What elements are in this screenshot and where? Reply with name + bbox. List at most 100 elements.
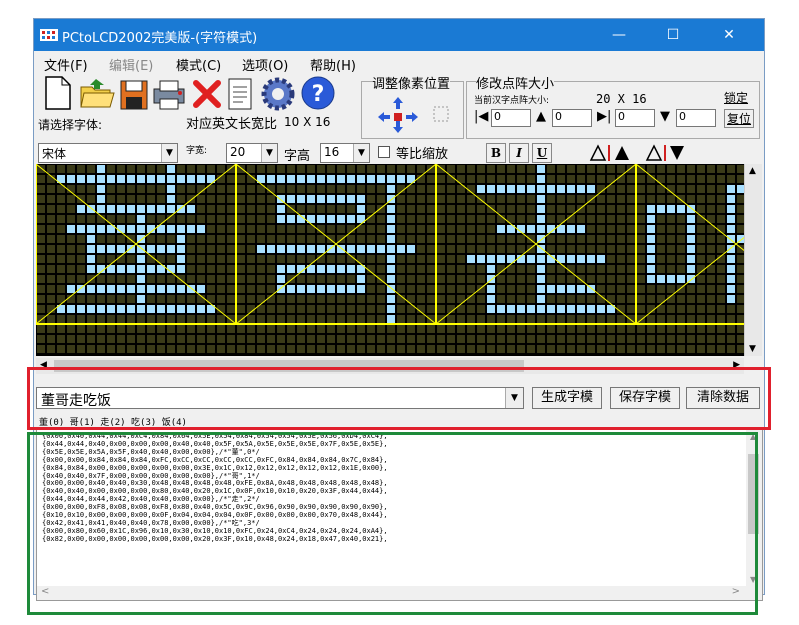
pixel-cell bbox=[587, 205, 595, 213]
scroll-down-icon[interactable]: ▼ bbox=[749, 344, 756, 354]
pixel-cell bbox=[147, 195, 155, 203]
menu-mode[interactable]: 模式(C) bbox=[176, 55, 221, 74]
pixel-cell bbox=[427, 195, 435, 203]
italic-button[interactable]: I bbox=[509, 143, 529, 163]
pixel-cell bbox=[427, 335, 435, 343]
pixel-cell bbox=[547, 185, 555, 193]
pixel-cell bbox=[687, 175, 695, 183]
pixel-cell bbox=[457, 215, 465, 223]
minimize-button[interactable]: — bbox=[596, 19, 642, 51]
menu-help[interactable]: 帮助(H) bbox=[310, 55, 356, 74]
pixel-cell bbox=[157, 335, 165, 343]
pixel-cell bbox=[717, 185, 725, 193]
print-icon[interactable] bbox=[152, 77, 188, 111]
flip-horizontal-icon[interactable] bbox=[588, 143, 632, 163]
pixel-cell bbox=[427, 235, 435, 243]
pixel-cell bbox=[517, 345, 525, 353]
pixel-cell bbox=[387, 185, 395, 193]
pixel-cell bbox=[527, 275, 535, 283]
bottom-resize-icon: ▼ bbox=[660, 109, 670, 124]
pixel-cell bbox=[287, 325, 295, 333]
scroll-up-icon[interactable]: ▲ bbox=[749, 166, 756, 176]
help-icon[interactable]: ? bbox=[300, 75, 336, 111]
pixel-cell bbox=[707, 195, 715, 203]
pixel-cell bbox=[527, 205, 535, 213]
pixel-cell bbox=[137, 205, 145, 213]
pixel-cell bbox=[177, 235, 185, 243]
pixel-cell bbox=[537, 325, 545, 333]
top-resize-spinner[interactable]: 0 bbox=[552, 109, 592, 127]
flip-vertical-icon[interactable] bbox=[644, 143, 688, 163]
pixel-cell bbox=[507, 185, 515, 193]
pixel-cell bbox=[627, 325, 635, 333]
right-resize-spinner[interactable]: 0 bbox=[615, 109, 655, 127]
restore-button[interactable]: 复位 bbox=[724, 109, 755, 128]
pixel-cell bbox=[567, 205, 575, 213]
pixel-cell bbox=[417, 235, 425, 243]
pixel-cell bbox=[207, 275, 215, 283]
gear-icon[interactable] bbox=[259, 75, 297, 113]
pixel-cell bbox=[267, 255, 275, 263]
bottom-resize-spinner[interactable]: 0 bbox=[676, 109, 716, 127]
shift-arrows-icon[interactable] bbox=[374, 93, 456, 135]
pixel-cell bbox=[137, 165, 145, 173]
red-highlight-box bbox=[27, 367, 771, 430]
open-folder-icon[interactable] bbox=[78, 75, 116, 111]
menu-file[interactable]: 文件(F) bbox=[44, 55, 88, 74]
pixel-cell bbox=[617, 235, 625, 243]
pixel-cell bbox=[467, 345, 475, 353]
pixel-cell bbox=[737, 195, 744, 203]
pixel-cell bbox=[277, 175, 285, 183]
pixel-cell bbox=[627, 335, 635, 343]
pixel-cell bbox=[247, 335, 255, 343]
pixel-cell bbox=[387, 165, 395, 173]
pixel-cell bbox=[587, 345, 595, 353]
pixel-cell bbox=[647, 315, 655, 323]
pixel-cell bbox=[107, 185, 115, 193]
delete-icon[interactable] bbox=[192, 79, 222, 109]
pixel-cell bbox=[317, 185, 325, 193]
pixel-cell bbox=[257, 195, 265, 203]
new-file-icon[interactable] bbox=[40, 75, 74, 111]
close-button[interactable]: ✕ bbox=[706, 19, 752, 51]
pixel-cell bbox=[447, 165, 455, 173]
underline-button[interactable]: U bbox=[532, 143, 552, 163]
pixel-cell bbox=[687, 285, 695, 293]
lock-button[interactable]: 锁定 bbox=[724, 89, 748, 106]
pixel-cell bbox=[227, 265, 235, 273]
pixel-cell bbox=[147, 245, 155, 253]
pixel-cell bbox=[407, 285, 415, 293]
pixel-cell bbox=[467, 225, 475, 233]
pixel-cell bbox=[377, 235, 385, 243]
pixel-cell bbox=[537, 175, 545, 183]
font-select[interactable]: 宋体 ▼ bbox=[38, 143, 178, 163]
pixel-cell bbox=[67, 225, 75, 233]
pixel-cell bbox=[317, 215, 325, 223]
char-height-select[interactable]: 16 ▼ bbox=[320, 143, 370, 163]
pixel-grid[interactable] bbox=[36, 164, 744, 356]
grid-vertical-scrollbar[interactable]: ▲ ▼ bbox=[744, 164, 762, 356]
save-disk-icon[interactable] bbox=[119, 79, 149, 111]
pixel-cell bbox=[307, 205, 315, 213]
pixel-cell bbox=[647, 185, 655, 193]
char-width-select[interactable]: 20 ▼ bbox=[226, 143, 278, 163]
pixel-cell bbox=[267, 245, 275, 253]
pixel-cell bbox=[637, 285, 645, 293]
pixel-cell bbox=[707, 205, 715, 213]
pixel-cell bbox=[47, 325, 55, 333]
pixel-cell bbox=[337, 255, 345, 263]
pixel-cell bbox=[737, 225, 744, 233]
left-resize-spinner[interactable]: 0 bbox=[491, 109, 531, 127]
pixel-cell bbox=[597, 255, 605, 263]
maximize-button[interactable]: ☐ bbox=[650, 19, 696, 51]
right-resize-icon: ▶| bbox=[597, 109, 612, 124]
pixel-cell bbox=[217, 275, 225, 283]
menu-options[interactable]: 选项(O) bbox=[242, 55, 288, 74]
pixel-cell bbox=[557, 335, 565, 343]
pixel-cell bbox=[347, 235, 355, 243]
bold-button[interactable]: B bbox=[486, 143, 506, 163]
document-icon[interactable] bbox=[226, 77, 254, 111]
pixel-cell bbox=[437, 305, 445, 313]
proportional-checkbox[interactable] bbox=[378, 146, 390, 158]
menu-edit[interactable]: 编辑(E) bbox=[109, 55, 153, 74]
